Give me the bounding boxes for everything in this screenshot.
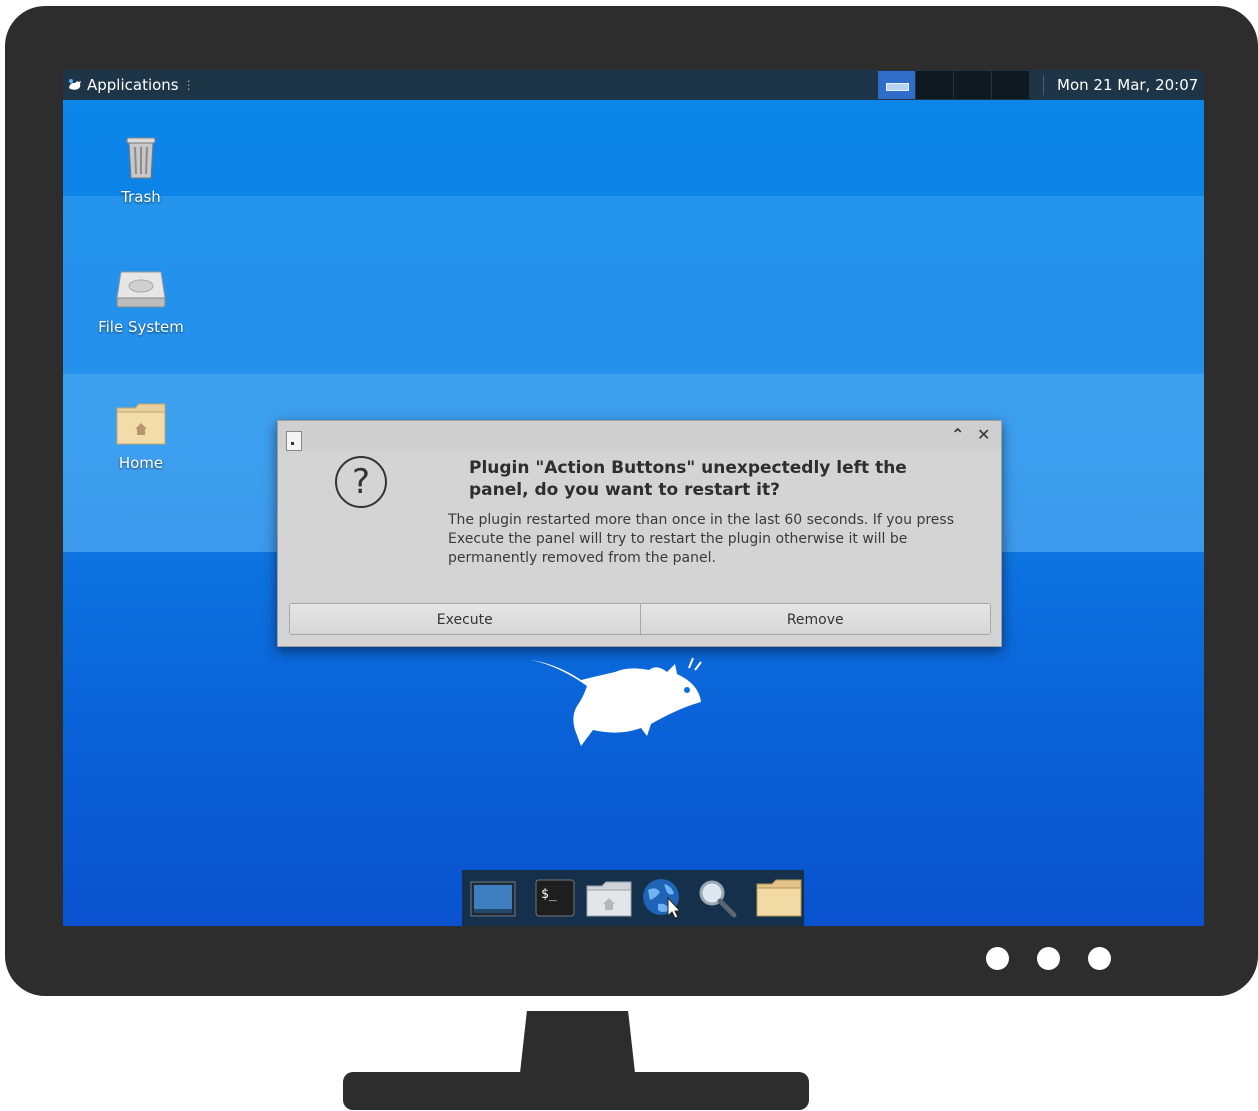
search-launcher[interactable]	[692, 876, 742, 920]
show-desktop-icon	[470, 881, 516, 917]
show-desktop-launcher[interactable]	[468, 876, 518, 920]
top-panel: Applications ⋮ Mon 21 Mar, 20:07	[63, 70, 1204, 100]
home-folder-icon	[116, 403, 166, 445]
monitor-stand-neck	[520, 1011, 635, 1073]
panel-clock[interactable]: Mon 21 Mar, 20:07	[1057, 70, 1198, 100]
file-manager-launcher[interactable]	[584, 876, 634, 920]
dialog-primary-text: Plugin "Action Buttons" unexpectedly lef…	[469, 458, 907, 500]
bottom-dock: $_	[462, 870, 804, 926]
panel-handle-icon: ⋮	[182, 78, 195, 92]
terminal-icon: $_	[535, 879, 575, 917]
xfce-logo-icon	[69, 79, 81, 90]
desktop-screen: Applications ⋮ Mon 21 Mar, 20:07 Trash F…	[63, 70, 1204, 926]
panel-separator	[1043, 75, 1044, 95]
close-icon[interactable]: ✕	[977, 425, 990, 444]
trash-icon	[126, 137, 156, 179]
dialog-button-row: Execute Remove	[289, 603, 991, 635]
file-manager-icon	[586, 881, 632, 917]
workspace-3[interactable]	[954, 71, 991, 99]
remove-button[interactable]: Remove	[639, 604, 990, 634]
shade-icon[interactable]: ⌃	[951, 425, 964, 444]
web-browser-icon	[643, 879, 682, 919]
folder-launcher[interactable]	[754, 876, 804, 920]
monitor-indicator-dot	[1088, 947, 1111, 970]
terminal-glyph: $_	[541, 887, 557, 902]
dialog-titlebar[interactable]: ⌃ ✕	[278, 421, 1001, 451]
dialog-secondary-text: The plugin restarted more than once in t…	[448, 512, 954, 566]
terminal-launcher[interactable]: $_	[530, 876, 580, 920]
desktop-icon-file-system[interactable]: File System	[81, 268, 201, 336]
execute-button[interactable]: Execute	[290, 604, 640, 634]
desktop-icon-label: File System	[98, 318, 184, 336]
workspace-switcher[interactable]	[878, 71, 1030, 99]
monitor-indicator-dot	[986, 947, 1009, 970]
applications-menu-label: Applications	[87, 76, 179, 94]
monitor-indicator-dot	[1037, 947, 1060, 970]
folder-icon	[756, 879, 802, 917]
desktop-icon-label: Home	[118, 454, 164, 472]
desktop-icon-label: Trash	[121, 188, 161, 206]
monitor-stand-base	[343, 1072, 809, 1110]
plugin-restart-dialog: ⌃ ✕ ? Plugin "Action Buttons" unexpected…	[277, 420, 1002, 647]
desktop-icon-trash[interactable]: Trash	[81, 130, 201, 206]
wallpaper-band	[63, 196, 1204, 374]
web-browser-launcher[interactable]	[638, 876, 688, 920]
workspace-1[interactable]	[878, 71, 915, 99]
workspace-4[interactable]	[992, 71, 1029, 99]
desktop-icon-home[interactable]: Home	[81, 402, 201, 472]
applications-menu[interactable]: Applications ⋮	[67, 70, 195, 100]
drive-icon	[116, 271, 166, 308]
search-icon	[699, 880, 737, 918]
question-icon: ?	[335, 456, 387, 508]
workspace-2[interactable]	[916, 71, 953, 99]
xfce-mouse-logo	[531, 657, 702, 746]
window-menu-icon[interactable]	[286, 431, 302, 451]
